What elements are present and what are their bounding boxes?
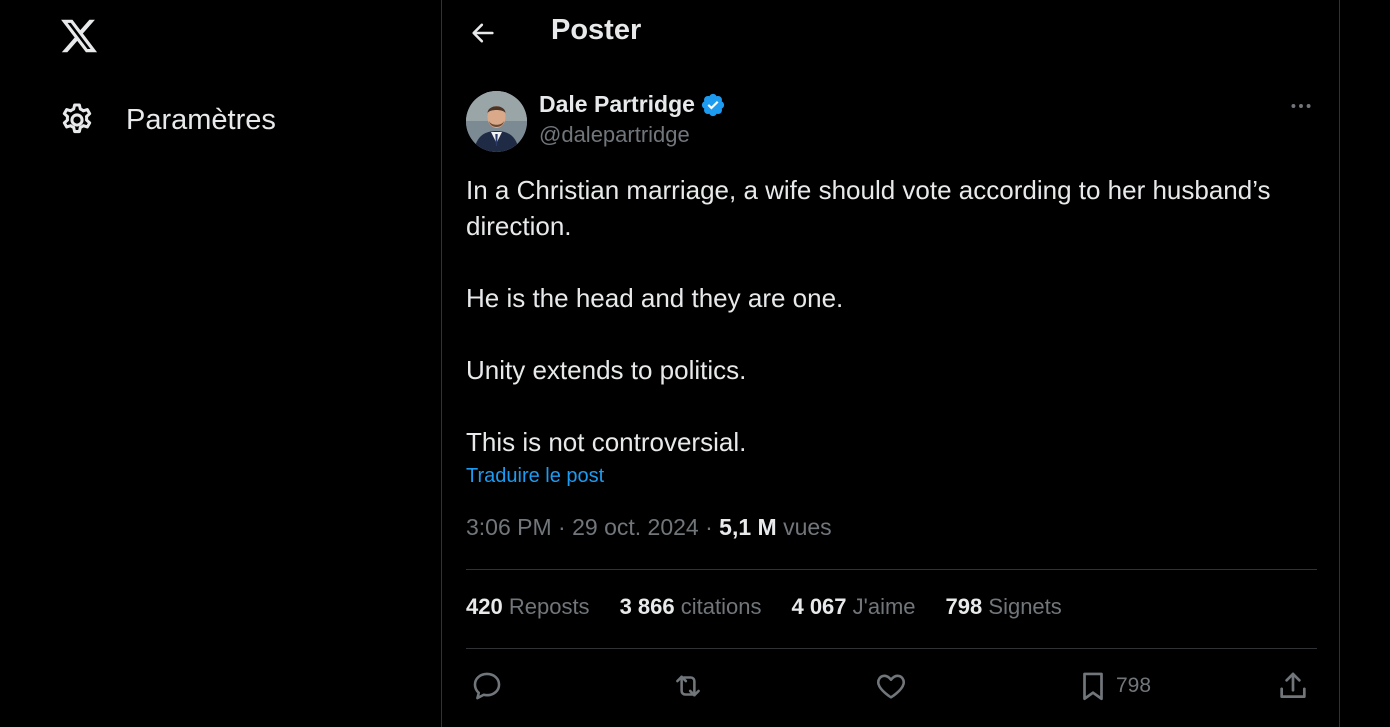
post-body: In a Christian marriage, a wife should v… — [466, 172, 1306, 460]
likes-label: J'aime — [852, 594, 916, 619]
post-paragraph: He is the head and they are one. — [466, 283, 844, 313]
post-metadata: 3:06 PM · 29 oct. 2024 · 5,1 M vues — [466, 514, 832, 541]
post-detail-column: Poster Dale Partridge @dalepartridge In — [441, 0, 1340, 727]
quotes-label: citations — [680, 594, 762, 619]
bookmarks-stat[interactable]: 798 Signets — [946, 594, 1062, 620]
action-bar: 798 — [466, 666, 1317, 706]
reposts-stat[interactable]: 420 Reposts — [466, 594, 590, 620]
page-title: Poster — [551, 14, 642, 46]
repost-button[interactable] — [671, 666, 705, 706]
repost-icon — [676, 675, 700, 697]
views-label: vues — [783, 514, 832, 540]
post-time[interactable]: 3:06 PM — [466, 514, 552, 540]
bookmark-icon — [1083, 672, 1103, 701]
x-logo-icon[interactable] — [58, 16, 100, 56]
divider — [466, 648, 1317, 649]
verified-badge-icon[interactable] — [700, 92, 726, 118]
author-name[interactable]: Dale Partridge — [539, 91, 726, 118]
quotes-stat[interactable]: 3 866 citations — [620, 594, 762, 620]
post-paragraph: Unity extends to politics. — [466, 355, 747, 385]
reposts-count: 420 — [466, 594, 503, 619]
translate-post-link[interactable]: Traduire le post — [466, 465, 604, 488]
quotes-count: 3 866 — [619, 594, 675, 619]
gear-icon — [58, 101, 96, 139]
author-handle[interactable]: @dalepartridge — [539, 122, 690, 148]
share-icon — [1280, 672, 1306, 698]
likes-stat[interactable]: 4 067 J'aime — [791, 594, 915, 620]
sidebar: Paramètres — [0, 0, 441, 727]
bookmark-count: 798 — [1116, 674, 1152, 697]
engagement-stats: 420 Reposts 3 866 citations 4 067 J'aime… — [466, 594, 1092, 620]
arrow-left-icon — [472, 23, 494, 43]
views-count: 5,1 M — [719, 514, 777, 540]
author-name-text: Dale Partridge — [539, 91, 695, 117]
avatar[interactable] — [466, 91, 527, 152]
divider — [466, 569, 1317, 570]
meta-separator: · — [705, 514, 720, 540]
likes-count: 4 067 — [791, 594, 847, 619]
sidebar-item-settings[interactable]: Paramètres — [58, 98, 276, 142]
page-header: Poster — [442, 0, 1339, 70]
reposts-label: Reposts — [508, 594, 590, 619]
back-button[interactable] — [466, 16, 500, 50]
post-paragraph: In a Christian marriage, a wife should v… — [466, 175, 1271, 241]
bookmark-button[interactable]: 798 — [1076, 666, 1151, 706]
post-date[interactable]: 29 oct. 2024 — [572, 514, 699, 540]
reply-button[interactable] — [470, 666, 504, 706]
reply-icon — [473, 672, 501, 700]
meta-separator: · — [558, 514, 573, 540]
sidebar-item-label: Paramètres — [126, 103, 276, 136]
bookmarks-label: Signets — [988, 594, 1062, 619]
like-button[interactable] — [874, 666, 908, 706]
heart-icon — [877, 674, 905, 699]
more-options-button[interactable] — [1286, 94, 1316, 118]
more-icon — [1291, 104, 1311, 108]
post-paragraph: This is not controversial. — [466, 427, 747, 457]
share-button[interactable] — [1276, 666, 1310, 706]
bookmarks-count: 798 — [945, 594, 983, 619]
